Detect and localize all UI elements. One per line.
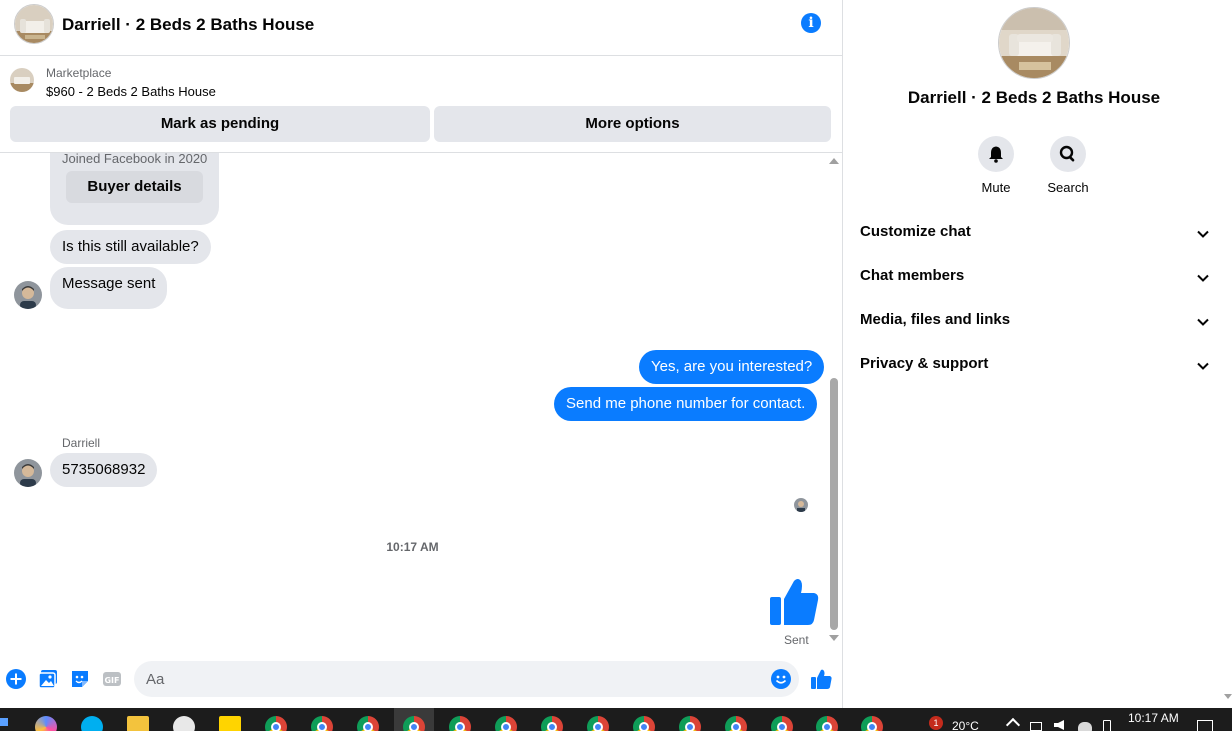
notification-badge[interactable]: 1 [929, 716, 943, 730]
composer-bar: GIF [0, 656, 843, 702]
search-icon [1059, 145, 1075, 162]
plus-icon[interactable] [6, 669, 26, 689]
buyer-card: Joined Facebook in 2020 Buyer details [50, 153, 219, 225]
chevron-down-icon [1197, 318, 1209, 326]
chrome-icon[interactable] [357, 716, 379, 731]
weather-temperature[interactable]: 20°C [952, 719, 979, 731]
sticker-icon[interactable] [70, 669, 90, 689]
menu-label: Media, files and links [860, 311, 1011, 328]
volume-icon[interactable] [1054, 720, 1064, 730]
chrome-icon[interactable] [495, 716, 517, 731]
sender-avatar[interactable] [14, 459, 42, 487]
listing-profile-photo[interactable] [998, 7, 1070, 79]
mark-pending-button[interactable]: Mark as pending [10, 106, 430, 142]
buyer-details-button[interactable]: Buyer details [66, 171, 203, 203]
chrome-icon[interactable] [311, 716, 333, 731]
svg-text:GIF: GIF [104, 676, 119, 685]
cloud-icon[interactable] [1078, 722, 1092, 731]
search-button[interactable]: Search [1038, 136, 1098, 195]
profile-name: Darriell · 2 Beds 2 Baths House [907, 88, 1161, 107]
chrome-icon[interactable] [771, 716, 793, 731]
network-icon[interactable] [1030, 722, 1042, 731]
message-bubble-outgoing: Yes, are you interested? [639, 350, 825, 384]
chrome-icon[interactable] [861, 716, 883, 731]
menu-chat-members[interactable]: Chat members [860, 267, 1210, 291]
listing-title[interactable]: $960 - 2 Beds 2 Baths House [46, 84, 216, 99]
menu-label: Privacy & support [860, 355, 989, 372]
menu-label: Chat members [860, 267, 965, 284]
sender-name: Darriell [62, 436, 101, 450]
listing-thumbnail[interactable] [10, 68, 34, 92]
scroll-up-arrow[interactable] [829, 158, 839, 164]
gif-icon[interactable]: GIF [102, 669, 122, 689]
copilot-icon[interactable] [35, 716, 57, 731]
chevron-down-icon [1197, 230, 1209, 238]
search-label: Search [1047, 180, 1089, 195]
bell-icon [989, 146, 1003, 163]
message-timestamp: 10:17 AM [386, 540, 439, 554]
chrome-icon[interactable] [541, 716, 563, 731]
notification-center-icon[interactable] [1197, 720, 1213, 731]
listing-avatar[interactable] [14, 4, 54, 44]
chrome-icon[interactable] [265, 716, 287, 731]
scroll-thumb[interactable] [830, 378, 838, 630]
menu-label: Customize chat [860, 223, 971, 240]
joined-text: Joined Facebook in 2020 [62, 153, 208, 166]
system-clock[interactable]: 10:17 AM [1128, 711, 1179, 725]
emoji-icon[interactable] [771, 669, 791, 689]
search-icon-wrap [1050, 136, 1086, 172]
mute-label: Mute [981, 180, 1011, 195]
chrome-icon[interactable] [587, 716, 609, 731]
conversation-info-panel: Darriell · 2 Beds 2 Baths House Mute Sea… [844, 0, 1232, 708]
message-bubble: 5735068932 [50, 453, 158, 487]
chat-panel: Darriell · 2 Beds 2 Baths House i Market… [0, 0, 843, 708]
file-explorer-icon[interactable] [127, 716, 149, 731]
like-button-icon[interactable] [810, 668, 832, 690]
chrome-icon[interactable] [633, 716, 655, 731]
scroll-down-arrow[interactable] [829, 635, 839, 641]
menu-privacy-support[interactable]: Privacy & support [860, 355, 1210, 379]
chrome-icon[interactable] [449, 716, 471, 731]
chat-header: Darriell · 2 Beds 2 Baths House i [0, 0, 843, 56]
skype-icon[interactable] [81, 716, 103, 731]
sent-status: Sent [784, 633, 809, 647]
message-input[interactable] [134, 661, 799, 697]
scroll-down-arrow[interactable] [1224, 694, 1232, 699]
windows-taskbar: 1 20°C 10:17 AM [0, 708, 1232, 731]
message-list: Joined Facebook in 2020 Buyer details Is… [0, 153, 843, 653]
mute-button[interactable]: Mute [966, 136, 1026, 195]
seen-avatar [794, 498, 808, 512]
chrome-icon[interactable] [816, 716, 838, 731]
image-icon[interactable] [38, 669, 58, 689]
chevron-down-icon [1197, 274, 1209, 282]
menu-customize-chat[interactable]: Customize chat [860, 223, 1210, 247]
message-bubble-outgoing: Send me phone number for contact. [554, 387, 818, 421]
thumbs-up-icon [770, 579, 819, 625]
marketplace-bar: Marketplace $960 - 2 Beds 2 Baths House … [0, 56, 843, 153]
chrome-icon[interactable] [403, 716, 425, 731]
app-icon[interactable] [173, 716, 195, 731]
sender-avatar[interactable] [14, 281, 42, 309]
info-icon[interactable]: i [801, 13, 821, 33]
chevron-down-icon [1197, 362, 1209, 370]
marketplace-label: Marketplace [46, 66, 112, 80]
message-bubble: Message sent [50, 267, 168, 309]
scrollbar[interactable] [827, 153, 841, 645]
sticky-notes-icon[interactable] [219, 716, 241, 731]
start-icon[interactable] [0, 718, 8, 726]
menu-media-files-links[interactable]: Media, files and links [860, 311, 1210, 335]
bell-icon-wrap [978, 136, 1014, 172]
chrome-icon[interactable] [725, 716, 747, 731]
chat-title[interactable]: Darriell · 2 Beds 2 Baths House [62, 15, 314, 35]
battery-icon[interactable] [1103, 720, 1111, 731]
message-bubble: Is this still available? [50, 230, 211, 264]
more-options-button[interactable]: More options [434, 106, 831, 142]
chrome-icon[interactable] [679, 716, 701, 731]
chevron-up-icon[interactable] [1005, 717, 1021, 731]
